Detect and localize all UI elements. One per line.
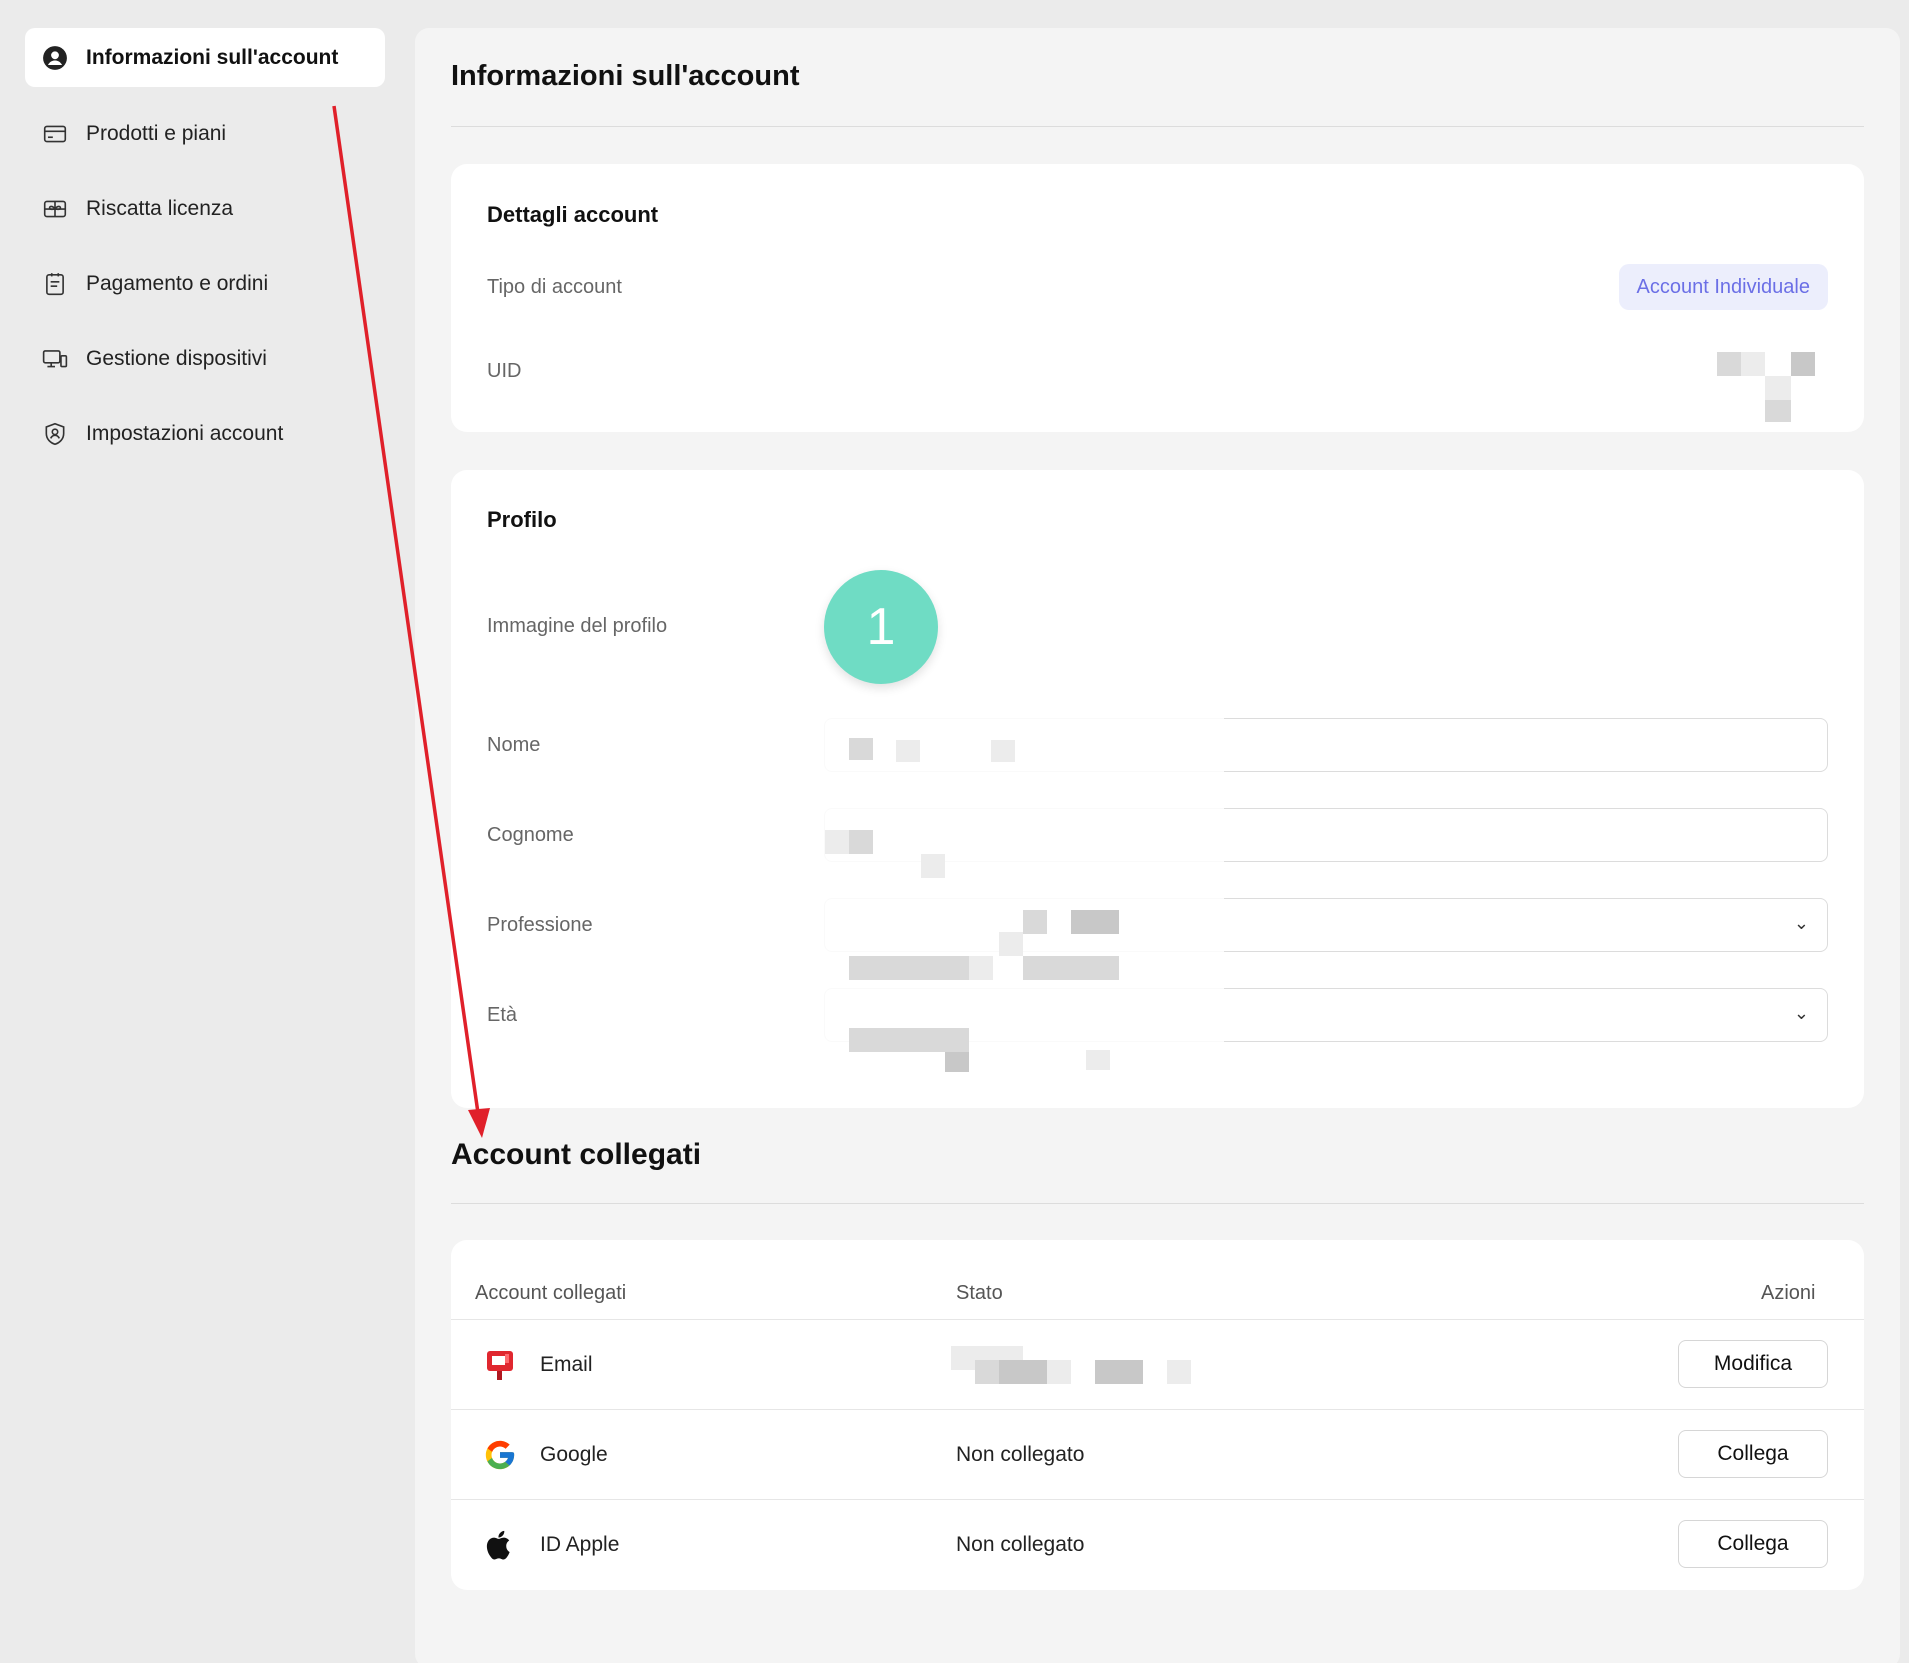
gift-icon [41,195,69,223]
profile-title: Profilo [487,507,557,532]
page-title: Informazioni sull'account [451,60,800,92]
profession-label: Professione [487,914,593,936]
age-label: Età [487,1004,518,1026]
uid-label: UID [487,360,522,382]
account-type-label: Tipo di account [487,276,622,298]
sidebar-item-label: Prodotti e piani [86,121,227,145]
main-panel: Informazioni sull'account Dettagli accou… [415,28,1900,1663]
divider [451,126,1864,127]
account-type-badge: Account Individuale [1618,264,1828,310]
sidebar: Informazioni sull'account Prodotti e pia… [0,0,410,1663]
shield-user-icon [41,420,69,448]
mailbox-icon [483,1348,517,1382]
account-details-title: Dettagli account [487,202,659,227]
connect-apple-button[interactable]: Collega [1678,1520,1828,1568]
provider-name: Google [540,1443,608,1466]
sidebar-item-settings[interactable]: Impostazioni account [25,404,385,463]
sidebar-item-products[interactable]: Prodotti e piani [25,104,385,163]
chevron-down-icon: ⌄ [1793,1003,1809,1023]
sidebar-item-payments[interactable]: Pagamento e ordini [25,254,385,313]
sidebar-item-devices[interactable]: Gestione dispositivi [25,329,385,388]
provider-name: Email [540,1353,593,1376]
apple-icon [483,1528,517,1562]
edit-email-button[interactable]: Modifica [1678,1340,1828,1388]
header-status: Stato [956,1282,1003,1304]
linked-accounts-table: Account collegati Stato Azioni Email Mod… [451,1240,1864,1590]
connect-google-button[interactable]: Collega [1678,1430,1828,1478]
sidebar-item-account-info[interactable]: Informazioni sull'account [25,28,385,87]
last-name-label: Cognome [487,824,574,846]
status-text: Non collegato [956,1443,1085,1466]
account-details-card: Dettagli account Tipo di account Account… [451,164,1864,432]
devices-icon [41,345,69,373]
user-circle-icon [41,44,69,72]
table-row: Google Non collegato Collega [451,1409,1864,1499]
linked-accounts-title: Account collegati [451,1138,702,1171]
status-text: Non collegato [956,1533,1085,1556]
profile-card: Profilo Immagine del profilo 1 Nome Cogn… [451,470,1864,1108]
table-row: Email Modifica [451,1319,1864,1409]
avatar[interactable]: 1 [824,570,938,684]
header-actions: Azioni [1761,1282,1816,1304]
sidebar-item-label: Impostazioni account [86,421,284,445]
sidebar-item-redeem[interactable]: Riscatta licenza [25,179,385,238]
header-account: Account collegati [475,1282,627,1304]
sidebar-item-label: Riscatta licenza [86,196,234,220]
profile-image-label: Immagine del profilo [487,615,668,637]
first-name-label: Nome [487,734,541,756]
google-icon [483,1438,517,1472]
sidebar-item-label: Pagamento e ordini [86,271,269,295]
chevron-down-icon: ⌄ [1793,913,1809,933]
table-row: ID Apple Non collegato Collega [451,1499,1864,1589]
clipboard-icon [41,270,69,298]
divider [451,1203,1864,1204]
sidebar-item-label: Informazioni sull'account [86,45,339,69]
provider-name: ID Apple [540,1533,620,1556]
card-icon [41,120,69,148]
sidebar-item-label: Gestione dispositivi [86,346,267,370]
